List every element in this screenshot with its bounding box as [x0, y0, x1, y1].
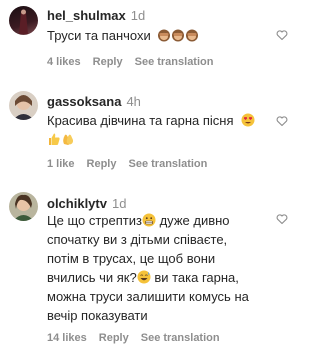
likes-count[interactable]: 1 like	[47, 158, 75, 170]
see-translation-button[interactable]: See translation	[141, 332, 220, 344]
comment-text-content: спочатку ви з дітьми співаєте,	[47, 232, 228, 247]
heart-outline-icon[interactable]	[276, 115, 288, 127]
username[interactable]: gassoksana	[47, 94, 121, 109]
comment-text: Це що стрептиз дуже дивно спочатку ви з …	[47, 211, 263, 325]
see-translation-button[interactable]: See translation	[129, 158, 208, 170]
see-translation-button[interactable]: See translation	[135, 56, 214, 68]
comment-text-content: Красива дівчина та гарна пісня	[47, 113, 234, 128]
timestamp: 1d	[111, 196, 127, 211]
thumbs-up-emoji	[49, 133, 60, 145]
comment-text-content: Це що стрептиз	[47, 213, 142, 228]
comment-text-content: ви така гарна,	[150, 270, 239, 285]
see-no-evil-monkey-emoji	[172, 29, 185, 42]
avatar[interactable]	[9, 192, 38, 221]
see-no-evil-monkey-emoji	[186, 29, 199, 42]
heart-outline-icon[interactable]	[276, 213, 288, 225]
grimacing-face-emoji	[142, 213, 156, 227]
grinning-sweat-emoji	[137, 270, 151, 284]
comment-text: Труси та панчохи	[47, 26, 263, 45]
timestamp: 4h	[126, 94, 141, 109]
heart-outline-icon[interactable]	[276, 29, 288, 41]
comment-text-content: можна труси залишити комусь на	[47, 289, 249, 304]
comment-text-content: дуже дивно	[155, 213, 230, 228]
username[interactable]: hel_shulmax	[47, 8, 126, 23]
see-no-evil-monkey-emoji	[158, 29, 171, 42]
comment-text-content: Труси та панчохи	[47, 28, 151, 43]
comment-text-content: потім в трусах, це щоб вони	[47, 251, 216, 266]
username[interactable]: olchiklytv	[47, 196, 107, 211]
reply-button[interactable]: Reply	[93, 56, 123, 68]
comment-text-content: вчились чи як?	[47, 270, 137, 285]
avatar[interactable]	[9, 91, 38, 120]
likes-count[interactable]: 14 likes	[47, 332, 87, 344]
avatar[interactable]	[9, 6, 38, 35]
comment-text: Красива дівчина та гарна пісня	[47, 111, 263, 149]
clapping-hands-emoji	[63, 134, 74, 145]
timestamp: 1d	[130, 8, 146, 23]
reply-button[interactable]: Reply	[99, 332, 129, 344]
heart-eyes-emoji	[241, 113, 255, 127]
comment-text-content: вечір показувати	[47, 308, 148, 323]
reply-button[interactable]: Reply	[87, 158, 117, 170]
likes-count[interactable]: 4 likes	[47, 56, 81, 68]
